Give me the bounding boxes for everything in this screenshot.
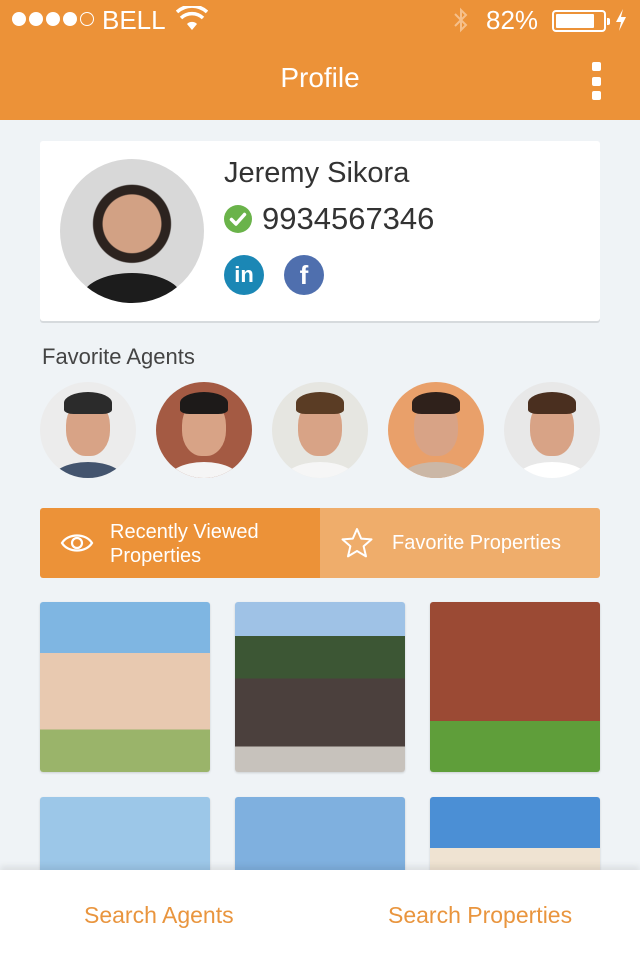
linkedin-button[interactable]: in [224, 255, 264, 295]
tab-favorite-properties[interactable]: Favorite Properties [320, 508, 600, 578]
verified-check-icon [224, 205, 252, 233]
page-title: Profile [280, 62, 360, 93]
property-thumbnail[interactable] [235, 602, 405, 772]
property-thumbnail[interactable] [430, 602, 600, 772]
bluetooth-icon [452, 7, 470, 40]
status-bar: BELL 82% [0, 0, 640, 40]
more-vertical-icon [591, 62, 601, 71]
tab-recently-viewed-label: Recently Viewed Properties [110, 521, 259, 567]
search-agents-tab[interactable]: Search Agents [84, 902, 234, 929]
favorite-agents-list [40, 382, 600, 478]
agent-avatar[interactable] [388, 382, 484, 478]
tab-recently-viewed[interactable]: Recently Viewed Properties [40, 508, 320, 578]
star-icon [340, 527, 374, 564]
wifi-icon [175, 4, 209, 39]
profile-avatar[interactable] [60, 159, 204, 303]
property-thumbnail[interactable] [40, 602, 210, 772]
agent-avatar[interactable] [272, 382, 368, 478]
battery-fill [556, 14, 594, 28]
bottom-tab-bar: Search Agents Search Properties [0, 870, 640, 960]
more-options-button[interactable] [584, 62, 608, 100]
signal-dot [46, 12, 60, 26]
signal-dot [63, 12, 77, 26]
signal-dot-empty [80, 12, 94, 26]
agent-avatar[interactable] [156, 382, 252, 478]
top-bar: BELL 82% Profile [0, 0, 640, 120]
profile-phone: 9934567346 [262, 201, 435, 236]
facebook-button[interactable]: f [284, 255, 324, 295]
tab-favorite-properties-label: Favorite Properties [392, 532, 561, 554]
facebook-icon: f [299, 259, 309, 290]
signal-strength [12, 12, 94, 26]
agent-avatar[interactable] [40, 382, 136, 478]
agent-avatar[interactable] [504, 382, 600, 478]
profile-card: Jeremy Sikora 9934567346 in f [40, 141, 600, 321]
charging-bolt-icon [614, 8, 628, 39]
battery-percentage: 82% [486, 5, 539, 35]
favorite-agents-heading: Favorite Agents [42, 344, 195, 369]
battery-icon [552, 10, 610, 32]
profile-name: Jeremy Sikora [224, 157, 410, 189]
search-properties-tab[interactable]: Search Properties [388, 902, 572, 929]
signal-dot [29, 12, 43, 26]
property-tabs: Recently Viewed Properties Favorite Prop… [40, 508, 600, 578]
linkedin-icon: in [234, 262, 254, 287]
eye-icon [60, 530, 94, 561]
signal-dot [12, 12, 26, 26]
carrier-name: BELL [102, 5, 166, 35]
